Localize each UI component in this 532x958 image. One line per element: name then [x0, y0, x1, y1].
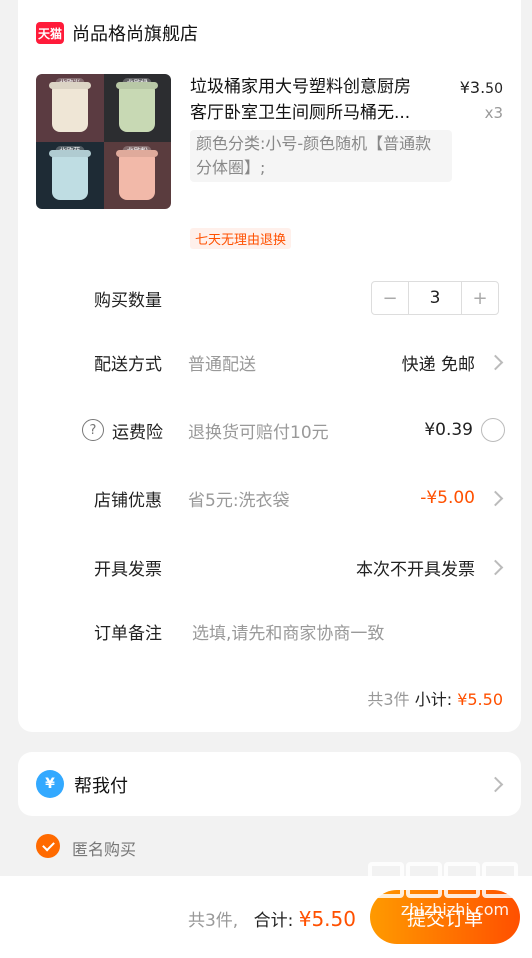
- chevron-right-icon: [487, 776, 504, 793]
- sku-selection[interactable]: 颜色分类:小号-颜色随机【普通款分体圈】;: [190, 130, 452, 182]
- chevron-right-icon: [487, 490, 504, 506]
- quantity-value[interactable]: 3: [408, 282, 462, 314]
- chevron-right-icon: [487, 559, 504, 575]
- image-quadrant: 北欧蓝: [36, 141, 104, 209]
- image-quadrant: 北欧粉: [103, 141, 171, 209]
- question-icon[interactable]: ?: [82, 419, 104, 441]
- product-title[interactable]: 垃圾桶家用大号塑料创意厨房 客厅卧室卫生间厕所马桶无...: [190, 74, 452, 126]
- quantity-row: 购买数量 − 3 +: [18, 278, 521, 318]
- delivery-row[interactable]: 配送方式 普通配送 快递 免邮: [18, 342, 521, 382]
- order-note-input[interactable]: 选填,请先和商家协商一致: [192, 619, 384, 644]
- shop-header[interactable]: 天猫 尚品格尚旗舰店: [36, 18, 198, 48]
- shipping-insurance-row: ? 运费险 退换货可赔付10元 ¥0.39: [18, 410, 521, 450]
- shop-discount-row[interactable]: 店铺优惠 省5元:洗衣袋 -¥5.00: [18, 478, 521, 518]
- return-policy-badge: 七天无理由退换: [190, 228, 292, 249]
- watermark-logo: [368, 862, 518, 898]
- discount-amount: -¥5.00: [420, 488, 475, 508]
- image-quadrant: 北欧米: [36, 74, 104, 142]
- delivery-method: 普通配送: [188, 354, 256, 375]
- insurance-radio[interactable]: [481, 418, 505, 442]
- delivery-label: 配送方式: [94, 354, 162, 375]
- product-price: ¥3.50: [459, 78, 503, 97]
- trash-bin-icon: [51, 86, 88, 132]
- product-quantity: x3: [484, 104, 503, 122]
- invoice-value: 本次不开具发票: [356, 559, 475, 580]
- trash-bin-icon: [119, 86, 156, 132]
- shop-order-card: 天猫 尚品格尚旗舰店 北欧米 北欧绿 北欧蓝 北欧粉 垃圾桶家用大号塑料创意厨房…: [18, 0, 521, 732]
- product-image[interactable]: 北欧米 北欧绿 北欧蓝 北欧粉: [36, 74, 171, 209]
- shop-name[interactable]: 尚品格尚旗舰店: [72, 20, 198, 46]
- help-pay-label: 帮我付: [74, 776, 128, 797]
- image-quadrant: 北欧绿: [103, 74, 171, 142]
- invoice-row[interactable]: 开具发票 本次不开具发票: [18, 547, 521, 587]
- yuan-icon: ¥: [36, 770, 64, 798]
- invoice-label: 开具发票: [94, 559, 162, 580]
- trash-bin-icon: [119, 153, 156, 200]
- help-pay-card[interactable]: ¥ 帮我付: [18, 752, 521, 816]
- insurance-price: ¥0.39: [424, 420, 473, 440]
- anonymous-label: 匿名购买: [72, 840, 137, 859]
- trash-bin-icon: [51, 153, 88, 200]
- insurance-label: 运费险: [112, 422, 163, 443]
- increment-button[interactable]: +: [462, 282, 498, 314]
- note-label: 订单备注: [94, 623, 162, 644]
- chevron-right-icon: [487, 354, 504, 370]
- order-note-row: 订单备注 选填,请先和商家协商一致: [18, 611, 521, 651]
- quantity-label: 购买数量: [94, 290, 162, 311]
- quantity-stepper[interactable]: − 3 +: [371, 281, 499, 315]
- insurance-description: 退换货可赔付10元: [188, 422, 329, 443]
- tmall-logo: 天猫: [36, 22, 64, 44]
- submit-order-button[interactable]: 提交订单: [370, 890, 520, 944]
- subtotal: 共3件 小计: ¥5.50: [367, 690, 503, 709]
- decrement-button[interactable]: −: [372, 282, 408, 314]
- discount-description: 省5元:洗衣袋: [188, 490, 290, 511]
- order-total: 共3件, 合计: ¥5.50: [187, 907, 356, 931]
- anonymous-checkbox[interactable]: [36, 834, 60, 858]
- discount-label: 店铺优惠: [94, 490, 162, 511]
- delivery-value: 快递 免邮: [401, 354, 475, 375]
